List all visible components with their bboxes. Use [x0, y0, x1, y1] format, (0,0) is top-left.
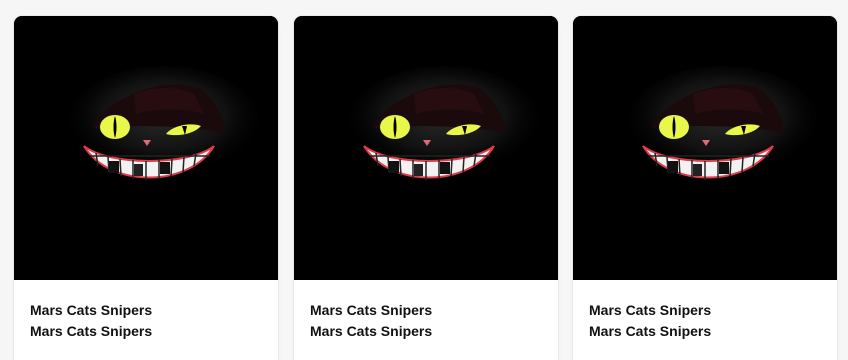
nft-image[interactable]: [14, 16, 278, 280]
item-name: Mars Cats Snipers: [589, 323, 712, 339]
nft-card-grid: Mars Cats Snipers Mars Cats Snipers Mars…: [0, 0, 848, 360]
cheshire-cat-grin-art: [573, 16, 837, 280]
cheshire-cat-grin-art: [14, 16, 278, 280]
nft-image[interactable]: [573, 16, 837, 280]
card-meta: Mars Cats Snipers Mars Cats Snipers: [294, 280, 558, 342]
item-name: Mars Cats Snipers: [30, 323, 153, 339]
nft-card[interactable]: Mars Cats Snipers Mars Cats Snipers: [14, 16, 278, 360]
card-meta: Mars Cats Snipers Mars Cats Snipers: [573, 280, 837, 342]
item-name: Mars Cats Snipers: [310, 323, 433, 339]
nft-card[interactable]: Mars Cats Snipers Mars Cats Snipers: [573, 16, 837, 360]
nft-card[interactable]: Mars Cats Snipers Mars Cats Snipers: [294, 16, 558, 360]
collection-name: Mars Cats Snipers: [30, 302, 153, 318]
collection-name: Mars Cats Snipers: [589, 302, 712, 318]
cheshire-cat-grin-art: [294, 16, 558, 280]
collection-name: Mars Cats Snipers: [310, 302, 433, 318]
card-meta: Mars Cats Snipers Mars Cats Snipers: [14, 280, 278, 342]
nft-image[interactable]: [294, 16, 558, 280]
